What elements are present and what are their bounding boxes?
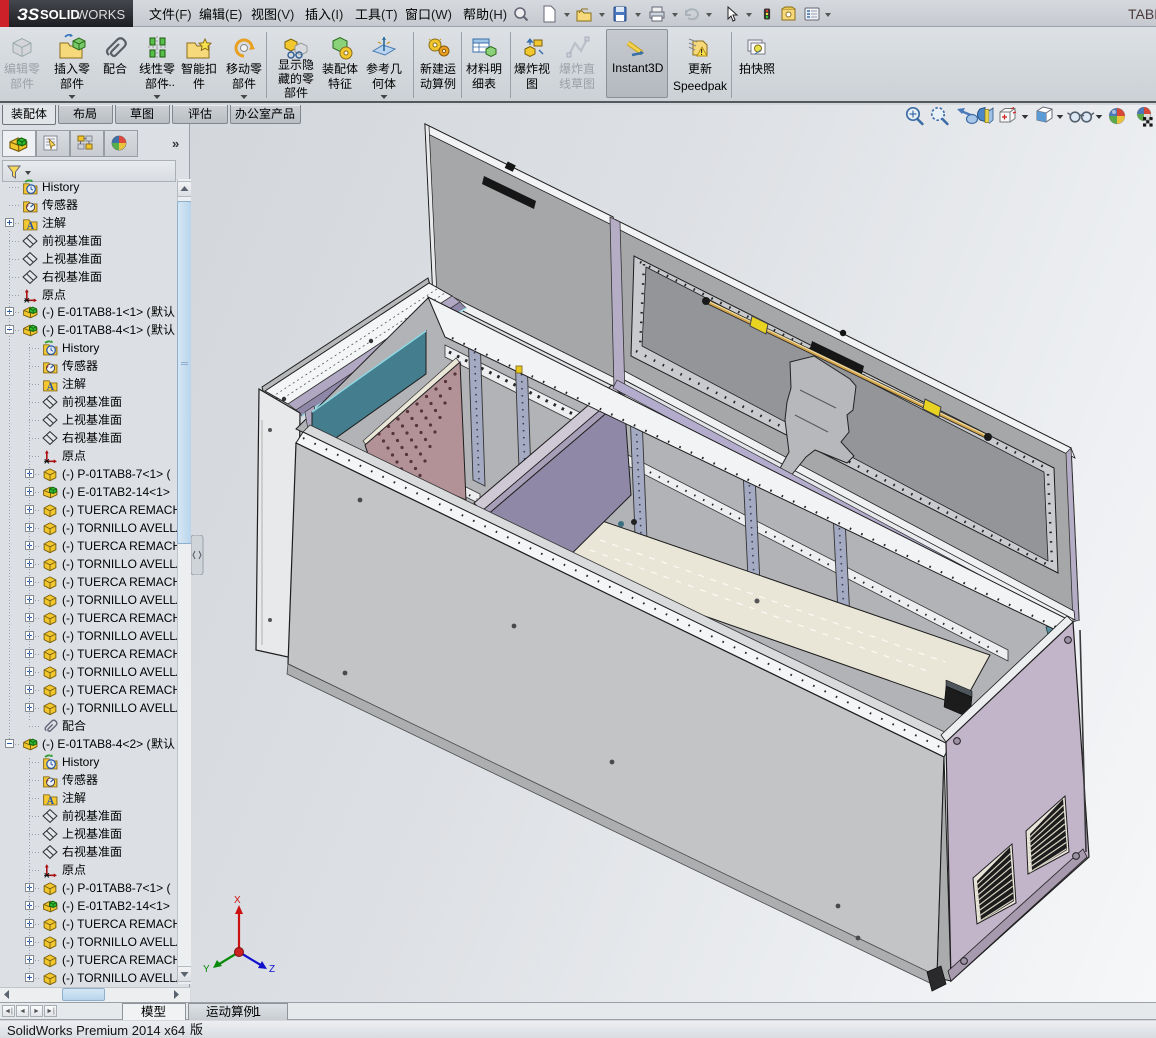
svg-text:!: ! <box>700 48 703 57</box>
svg-text:X: X <box>234 895 241 906</box>
svg-text:Z: Z <box>269 964 275 975</box>
svg-text:Y: Y <box>203 964 210 975</box>
